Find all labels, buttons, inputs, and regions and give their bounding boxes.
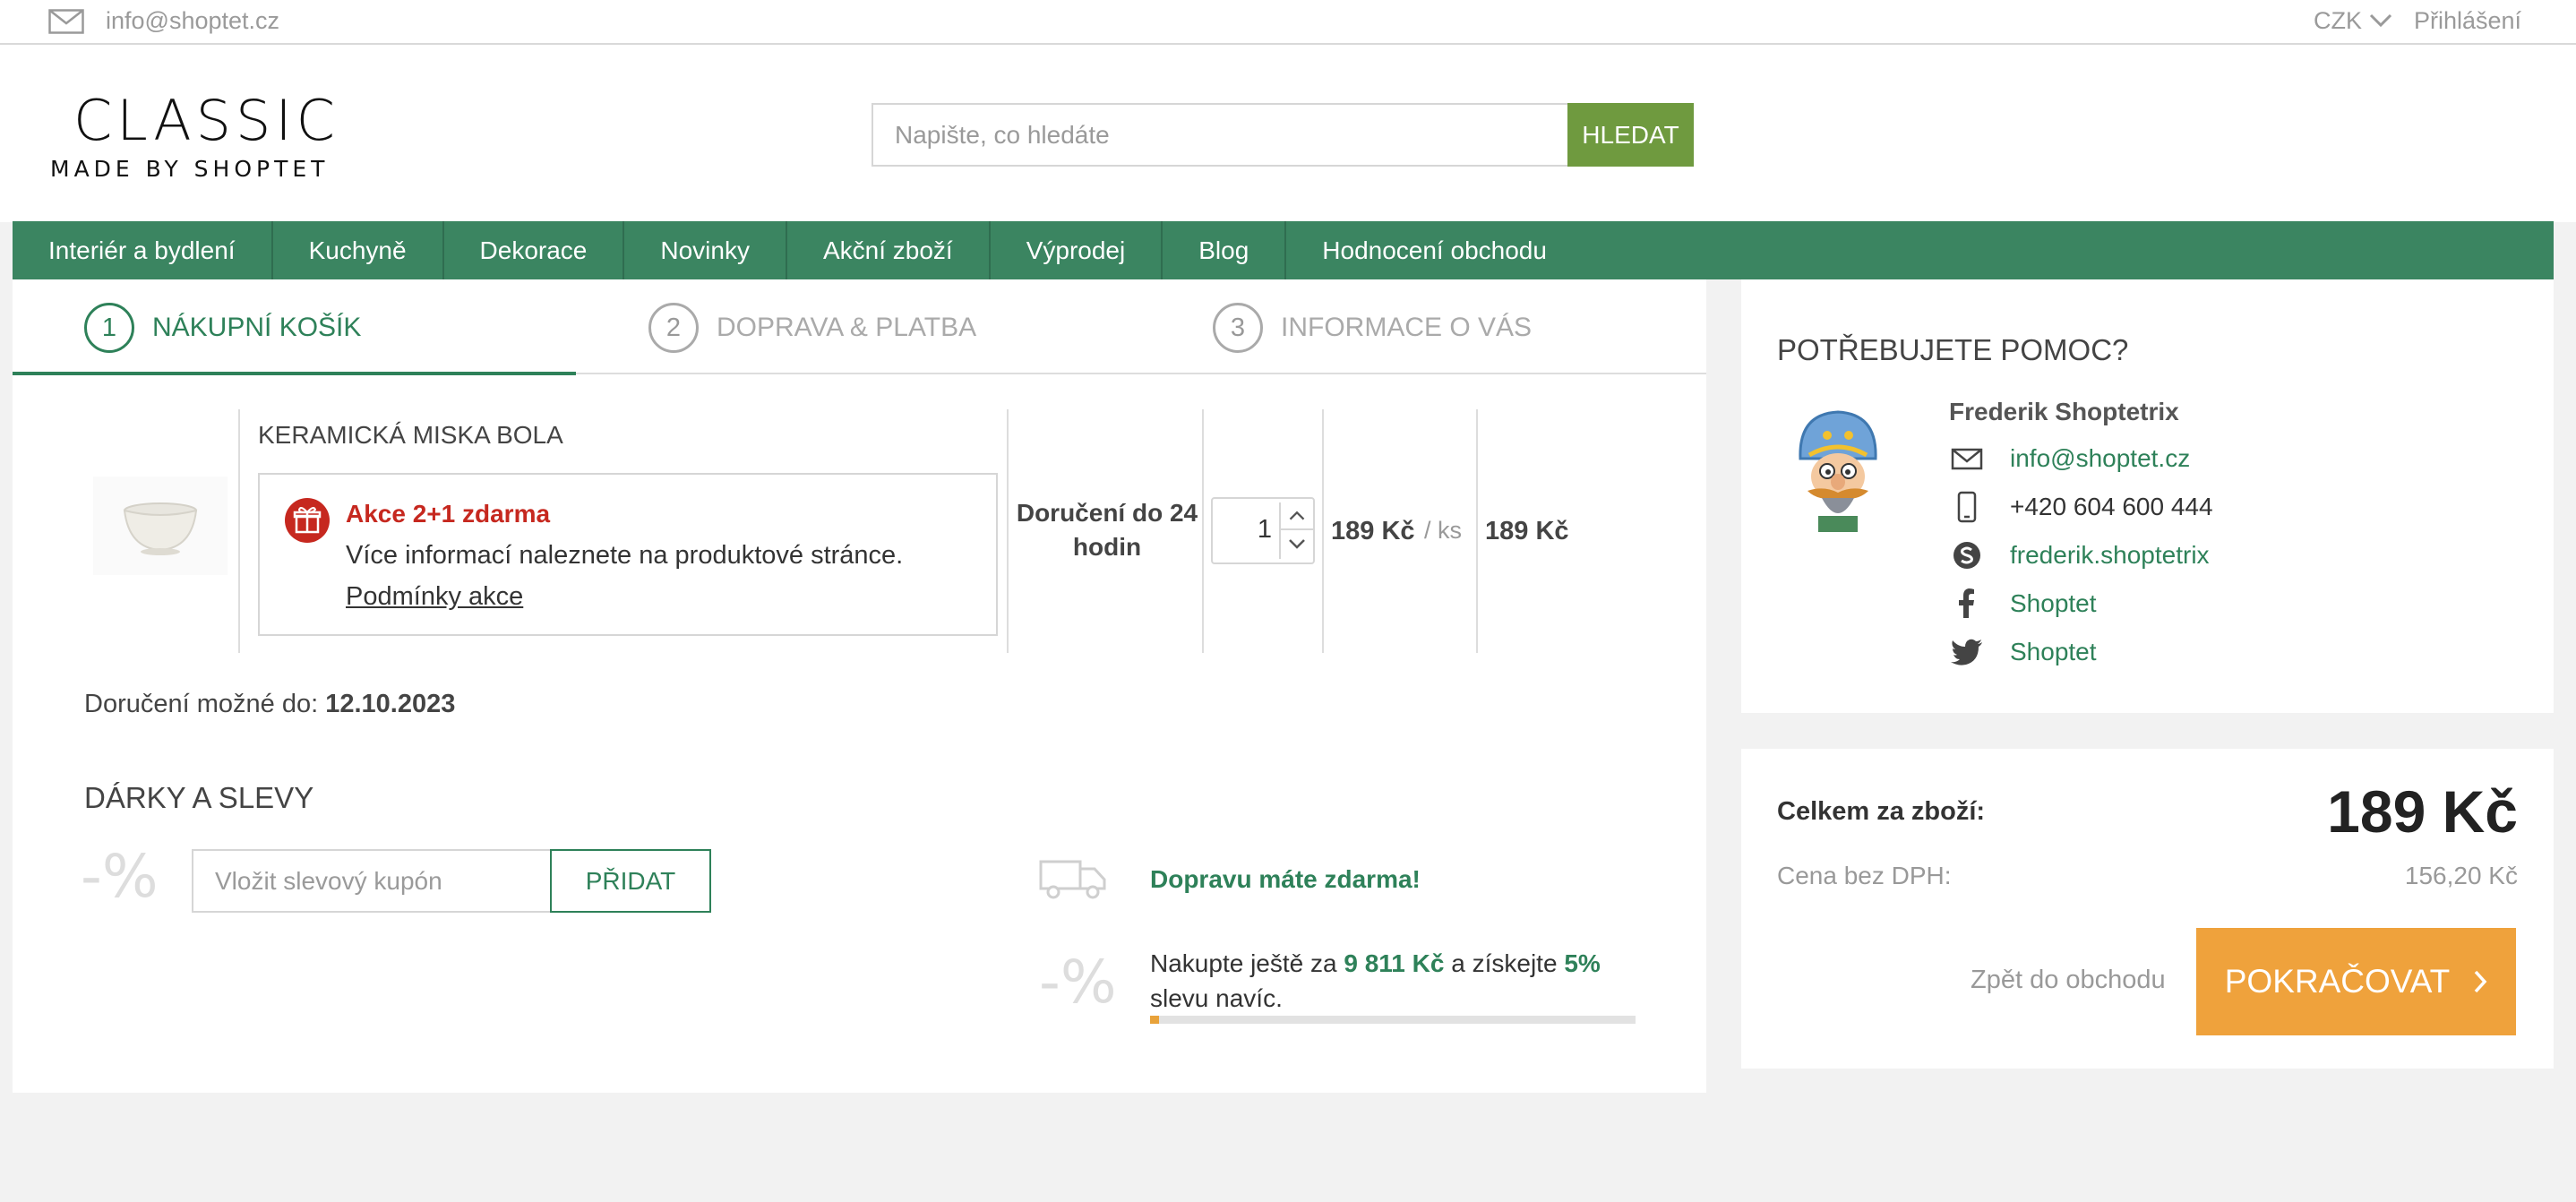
- contact-facebook-link[interactable]: Shoptet: [2010, 589, 2097, 618]
- contact-skype-link[interactable]: frederik.shoptetrix: [2010, 541, 2210, 570]
- continue-button-label: POKRAČOVAT: [2224, 963, 2451, 1000]
- volume-discount-text: Nakupte ještě za 9 811 Kč a získejte 5% …: [1150, 946, 1652, 1016]
- phone-icon: [1957, 491, 1977, 523]
- delivery-possible-label: Doručení možné do:: [84, 690, 319, 718]
- volume-discount-amount: 9 811 Kč: [1344, 949, 1445, 977]
- search-input[interactable]: [872, 103, 1568, 167]
- currency-selector[interactable]: CZK: [2314, 7, 2362, 35]
- quantity-buttons: [1279, 502, 1313, 559]
- contact-facebook[interactable]: Shoptet: [1949, 586, 2097, 622]
- total-value: 189 Kč: [2327, 778, 2518, 845]
- site-header: CLASSIC MADE BY SHOPTET HLEDAT: [0, 45, 2576, 222]
- step-label: DOPRAVA & PLATBA: [717, 313, 977, 342]
- chevron-right-icon: [2474, 970, 2487, 993]
- promo-conditions-link[interactable]: Podmínky akce: [346, 582, 523, 612]
- chevron-down-icon[interactable]: [2369, 13, 2392, 29]
- cart-panel: 1 NÁKUPNÍ KOŠÍK 2 DOPRAVA & PLATBA 3 INF…: [13, 279, 1706, 1093]
- back-to-shop-link[interactable]: Zpět do obchodu: [1971, 966, 2166, 995]
- step-cart[interactable]: 1 NÁKUPNÍ KOŠÍK: [84, 299, 361, 356]
- delivery-possible-date: 12.10.2023: [325, 690, 456, 718]
- discount-progress-fill: [1150, 1016, 1160, 1024]
- promo-text: Více informací naleznete na produktové s…: [346, 541, 904, 570]
- delivery-time: Doručení do 24 hodin: [1016, 499, 1198, 561]
- cell-divider: [1202, 409, 1204, 653]
- step-label: NÁKUPNÍ KOŠÍK: [152, 313, 362, 342]
- per-unit-label: / ks: [1424, 517, 1463, 544]
- main-navigation: Interiér a bydlení Kuchyně Dekorace Novi…: [13, 221, 2554, 279]
- facebook-icon: [1959, 588, 1974, 618]
- contact-phone-text: +420 604 600 444: [2010, 493, 2213, 520]
- nav-item-interier[interactable]: Interiér a bydlení: [13, 221, 273, 279]
- login-link[interactable]: Přihlášení: [2414, 7, 2521, 35]
- coupon-input[interactable]: [192, 849, 550, 913]
- nav-item-blog[interactable]: Blog: [1163, 221, 1287, 279]
- discount-icon: -%: [1039, 948, 1117, 1017]
- increase-quantity-button[interactable]: [1281, 502, 1313, 530]
- step-customer-info[interactable]: 3 INFORMACE O VÁS: [1213, 299, 1532, 356]
- contact-twitter-link[interactable]: Shoptet: [2010, 638, 2097, 666]
- nav-item-vyprodej[interactable]: Výprodej: [991, 221, 1163, 279]
- twitter-icon: [1951, 639, 1982, 665]
- truck-icon: [1039, 860, 1106, 899]
- gifts-title: DÁRKY A SLEVY: [84, 781, 314, 814]
- continue-button[interactable]: POKRAČOVAT: [2196, 928, 2516, 1035]
- item-total-price: 189 Kč: [1485, 517, 1569, 545]
- contact-twitter[interactable]: Shoptet: [1949, 634, 2097, 670]
- gift-icon: [285, 498, 330, 543]
- skype-icon: [1953, 542, 1980, 569]
- cell-divider: [238, 409, 240, 653]
- free-shipping-text: Dopravu máte zdarma!: [1150, 865, 1421, 893]
- total-label: Celkem za zboží:: [1777, 797, 1986, 826]
- top-email-link[interactable]: info@shoptet.cz: [106, 7, 279, 35]
- volume-discount-mid: a získejte: [1451, 949, 1558, 977]
- agent-avatar: [1799, 410, 1877, 532]
- active-step-indicator: [13, 372, 576, 375]
- envelope-icon: [48, 9, 84, 34]
- net-price-value: 156,20 Kč: [2404, 862, 2518, 889]
- step-shipping-payment[interactable]: 2 DOPRAVA & PLATBA: [648, 299, 976, 356]
- product-name-link[interactable]: KERAMICKÁ MISKA BOLA: [258, 421, 563, 450]
- unit-price: 189 Kč: [1331, 517, 1415, 545]
- volume-discount-pre: Nakupte ještě za: [1150, 949, 1337, 977]
- quantity-input[interactable]: 1: [1213, 515, 1272, 545]
- search-button[interactable]: HLEDAT: [1567, 103, 1694, 167]
- delivery-possible: Doručení možné do: 12.10.2023: [84, 690, 455, 719]
- help-panel: POTŘEBUJETE POMOC? Frederik Shoptetrix i…: [1741, 279, 2554, 713]
- agent-name: Frederik Shoptetrix: [1949, 398, 2179, 425]
- top-bar: info@shoptet.cz CZK Přihlášení: [0, 0, 2576, 45]
- net-price-label: Cena bez DPH:: [1777, 862, 1952, 889]
- step-number: 1: [84, 303, 134, 353]
- envelope-icon: [1951, 448, 1983, 470]
- cell-divider: [1007, 409, 1009, 653]
- step-number: 3: [1213, 303, 1263, 353]
- nav-item-kuchyne[interactable]: Kuchyně: [273, 221, 444, 279]
- nav-item-dekorace[interactable]: Dekorace: [444, 221, 625, 279]
- contact-email-link[interactable]: info@shoptet.cz: [2010, 444, 2190, 473]
- logo-title[interactable]: CLASSIC: [73, 88, 339, 153]
- volume-discount-post: slevu navíc.: [1150, 984, 1283, 1012]
- nav-item-novinky[interactable]: Novinky: [624, 221, 787, 279]
- quantity-stepper: 1: [1211, 497, 1315, 564]
- product-image[interactable]: [93, 477, 228, 575]
- step-label: INFORMACE O VÁS: [1281, 313, 1533, 342]
- promo-box: Akce 2+1 zdarma Více informací naleznete…: [258, 473, 998, 636]
- discount-progress-bar: [1150, 1016, 1636, 1024]
- add-coupon-button[interactable]: PŘIDAT: [550, 849, 711, 913]
- cell-divider: [1322, 409, 1324, 653]
- contact-phone: +420 604 600 444: [1949, 489, 2213, 525]
- decrease-quantity-button[interactable]: [1281, 530, 1313, 558]
- nav-item-akcni-zbozi[interactable]: Akční zboží: [787, 221, 991, 279]
- contact-skype[interactable]: frederik.shoptetrix: [1949, 537, 2210, 573]
- logo-subtitle[interactable]: MADE BY SHOPTET: [50, 156, 329, 182]
- cell-divider: [1476, 409, 1478, 653]
- promo-title: Akce 2+1 zdarma: [346, 500, 551, 528]
- contact-email[interactable]: info@shoptet.cz: [1949, 441, 2190, 477]
- help-title: POTŘEBUJETE POMOC?: [1777, 333, 2129, 366]
- order-summary-panel: Celkem za zboží: 189 Kč Cena bez DPH: 15…: [1741, 749, 2554, 1069]
- step-number: 2: [648, 303, 699, 353]
- discount-icon: -%: [81, 842, 159, 911]
- nav-item-hodnoceni[interactable]: Hodnocení obchodu: [1286, 221, 1583, 279]
- volume-discount-percent: 5%: [1564, 949, 1601, 977]
